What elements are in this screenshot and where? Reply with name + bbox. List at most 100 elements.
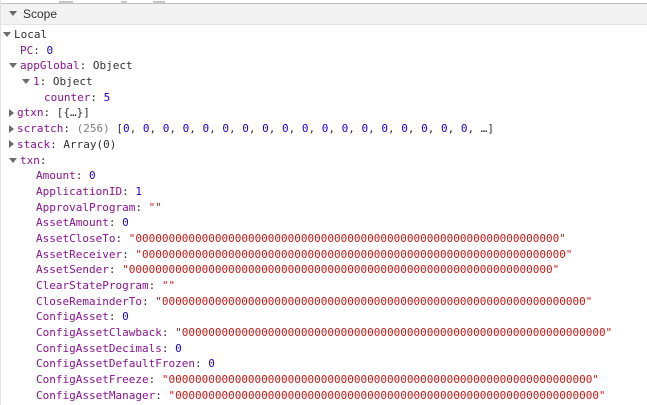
scope-row-appglobal-1[interactable]: 1: Object (1, 74, 647, 90)
clipped-text-fragment (121, 1, 127, 3)
scope-section-header[interactable]: Scope (1, 3, 647, 25)
collapse-icon[interactable] (22, 79, 30, 85)
token: , (248, 122, 263, 136)
expand-icon[interactable] (9, 108, 14, 117)
token: AssetCloseTo (36, 231, 116, 245)
token: ConfigAssetClawback (36, 326, 162, 340)
scope-row-appglobal[interactable]: appGlobal: Object (1, 58, 647, 74)
token: : (135, 200, 149, 214)
expand-icon[interactable] (9, 124, 14, 133)
token: : (39, 75, 53, 89)
token: : (50, 137, 64, 151)
token: CloseRemainderTo (36, 294, 142, 308)
token: 0 (401, 122, 408, 136)
token: "000000000000000000000000000000000000000… (161, 373, 599, 387)
token: , (129, 122, 143, 136)
scope-row-assetcloseto[interactable]: AssetCloseTo: "0000000000000000000000000… (1, 231, 647, 247)
scope-row-scratch[interactable]: scratch: (256) [0, 0, 0, 0, 0, 0, 0, 0, … (1, 121, 647, 137)
scope-row-pc[interactable]: PC: 0 (1, 43, 647, 59)
token: ConfigAssetDecimals (36, 341, 162, 355)
scope-row-approvalprogram[interactable]: ApprovalProgram: "" (1, 200, 647, 216)
token: : (108, 216, 123, 230)
token: Object (52, 75, 93, 89)
token: "000000000000000000000000000000000000000… (128, 231, 566, 245)
scope-row-configassetclawback[interactable]: ConfigAssetClawback: "000000000000000000… (1, 325, 647, 341)
token: (256) (76, 122, 117, 136)
scope-row-assetsender[interactable]: AssetSender: "00000000000000000000000000… (1, 262, 647, 278)
token: AssetAmount (36, 216, 109, 230)
token: stack (17, 137, 51, 151)
scope-row-applicationid[interactable]: ApplicationID: 1 (1, 184, 647, 200)
section-collapse-icon[interactable] (9, 11, 17, 16)
expand-icon[interactable] (9, 140, 14, 149)
token: , (169, 122, 183, 136)
scope-row-gtxn[interactable]: gtxn: [{…}] (1, 105, 647, 121)
token: , (387, 122, 402, 136)
token: counter (44, 90, 91, 104)
token: , (149, 122, 163, 136)
scope-row-configassetdefaultfrozen[interactable]: ConfigAssetDefaultFrozen: 0 (1, 356, 647, 372)
collapse-icon[interactable] (3, 32, 11, 37)
token: 0 (440, 122, 448, 136)
token: : (122, 247, 136, 261)
token: "000000000000000000000000000000000000000… (135, 247, 573, 261)
token: 0 (262, 122, 269, 136)
token: Local (14, 28, 48, 41)
collapse-icon[interactable] (9, 63, 17, 69)
token: : (194, 357, 209, 371)
token: , (348, 122, 362, 136)
collapse-icon[interactable] (9, 157, 17, 163)
scope-row-stack[interactable]: stack: Array(0) (1, 137, 647, 153)
token: 0 (208, 357, 215, 371)
token: 0 (281, 122, 289, 136)
token: ConfigAsset (36, 310, 109, 324)
scope-row-amount[interactable]: Amount: 0 (1, 168, 647, 184)
scope-row-txn[interactable]: txn: (1, 153, 647, 169)
token: : (43, 106, 57, 120)
token: ConfigAssetManager (36, 388, 156, 402)
scope-row-local[interactable]: Local (1, 27, 647, 43)
token: : (108, 263, 123, 277)
scope-row-assetreceiver[interactable]: AssetReceiver: "000000000000000000000000… (1, 247, 647, 263)
token: ConfigAssetFreeze (36, 373, 149, 387)
token: , (467, 122, 481, 136)
scope-row-configassetdecimals[interactable]: ConfigAssetDecimals: 0 (1, 341, 647, 357)
token: 5 (103, 90, 111, 104)
token: : (161, 326, 176, 340)
scope-row-configassetmanager[interactable]: ConfigAssetManager: "0000000000000000000… (1, 388, 647, 404)
token: ClearStateProgram (36, 279, 149, 292)
scope-row-configasset[interactable]: ConfigAsset: 0 (1, 309, 647, 325)
token: : (90, 90, 104, 104)
token: [ (116, 122, 123, 136)
scope-row-assetamount[interactable]: AssetAmount: 0 (1, 215, 647, 231)
token: : (39, 153, 47, 167)
token: , (189, 122, 203, 136)
token: , (308, 122, 322, 136)
token: : (79, 59, 93, 73)
token: "000000000000000000000000000000000000000… (122, 263, 560, 277)
token: appGlobal (20, 59, 80, 73)
token: : (63, 122, 77, 136)
section-title: Scope (23, 7, 58, 21)
clipped-row-above (1, 0, 647, 3)
token: : (115, 231, 129, 245)
scope-row-configassetfreeze[interactable]: ConfigAssetFreeze: "00000000000000000000… (1, 372, 647, 388)
token: : (141, 294, 156, 308)
token: , (209, 122, 223, 136)
token: Object (92, 59, 133, 73)
token: 0 (46, 43, 54, 57)
scope-row-clearstateprogram[interactable]: ClearStateProgram: "" (1, 278, 647, 294)
token: "000000000000000000000000000000000000000… (175, 326, 613, 340)
token: ConfigAssetDefaultFrozen (36, 357, 195, 371)
token: , (288, 122, 302, 136)
token: "000000000000000000000000000000000000000… (155, 294, 593, 308)
token: 0 (89, 169, 96, 183)
scope-tree: Local PC: 0 appGlobal: Object 1: Object coun… (1, 25, 647, 404)
token: 0 (242, 122, 249, 136)
scope-row-counter[interactable]: counter: 5 (1, 90, 647, 106)
token: 0 (122, 122, 130, 136)
token: , (447, 122, 461, 136)
token: AssetReceiver (36, 247, 123, 261)
token: "" (148, 200, 162, 214)
scope-row-closeremainderto[interactable]: CloseRemainderTo: "000000000000000000000… (1, 294, 647, 310)
